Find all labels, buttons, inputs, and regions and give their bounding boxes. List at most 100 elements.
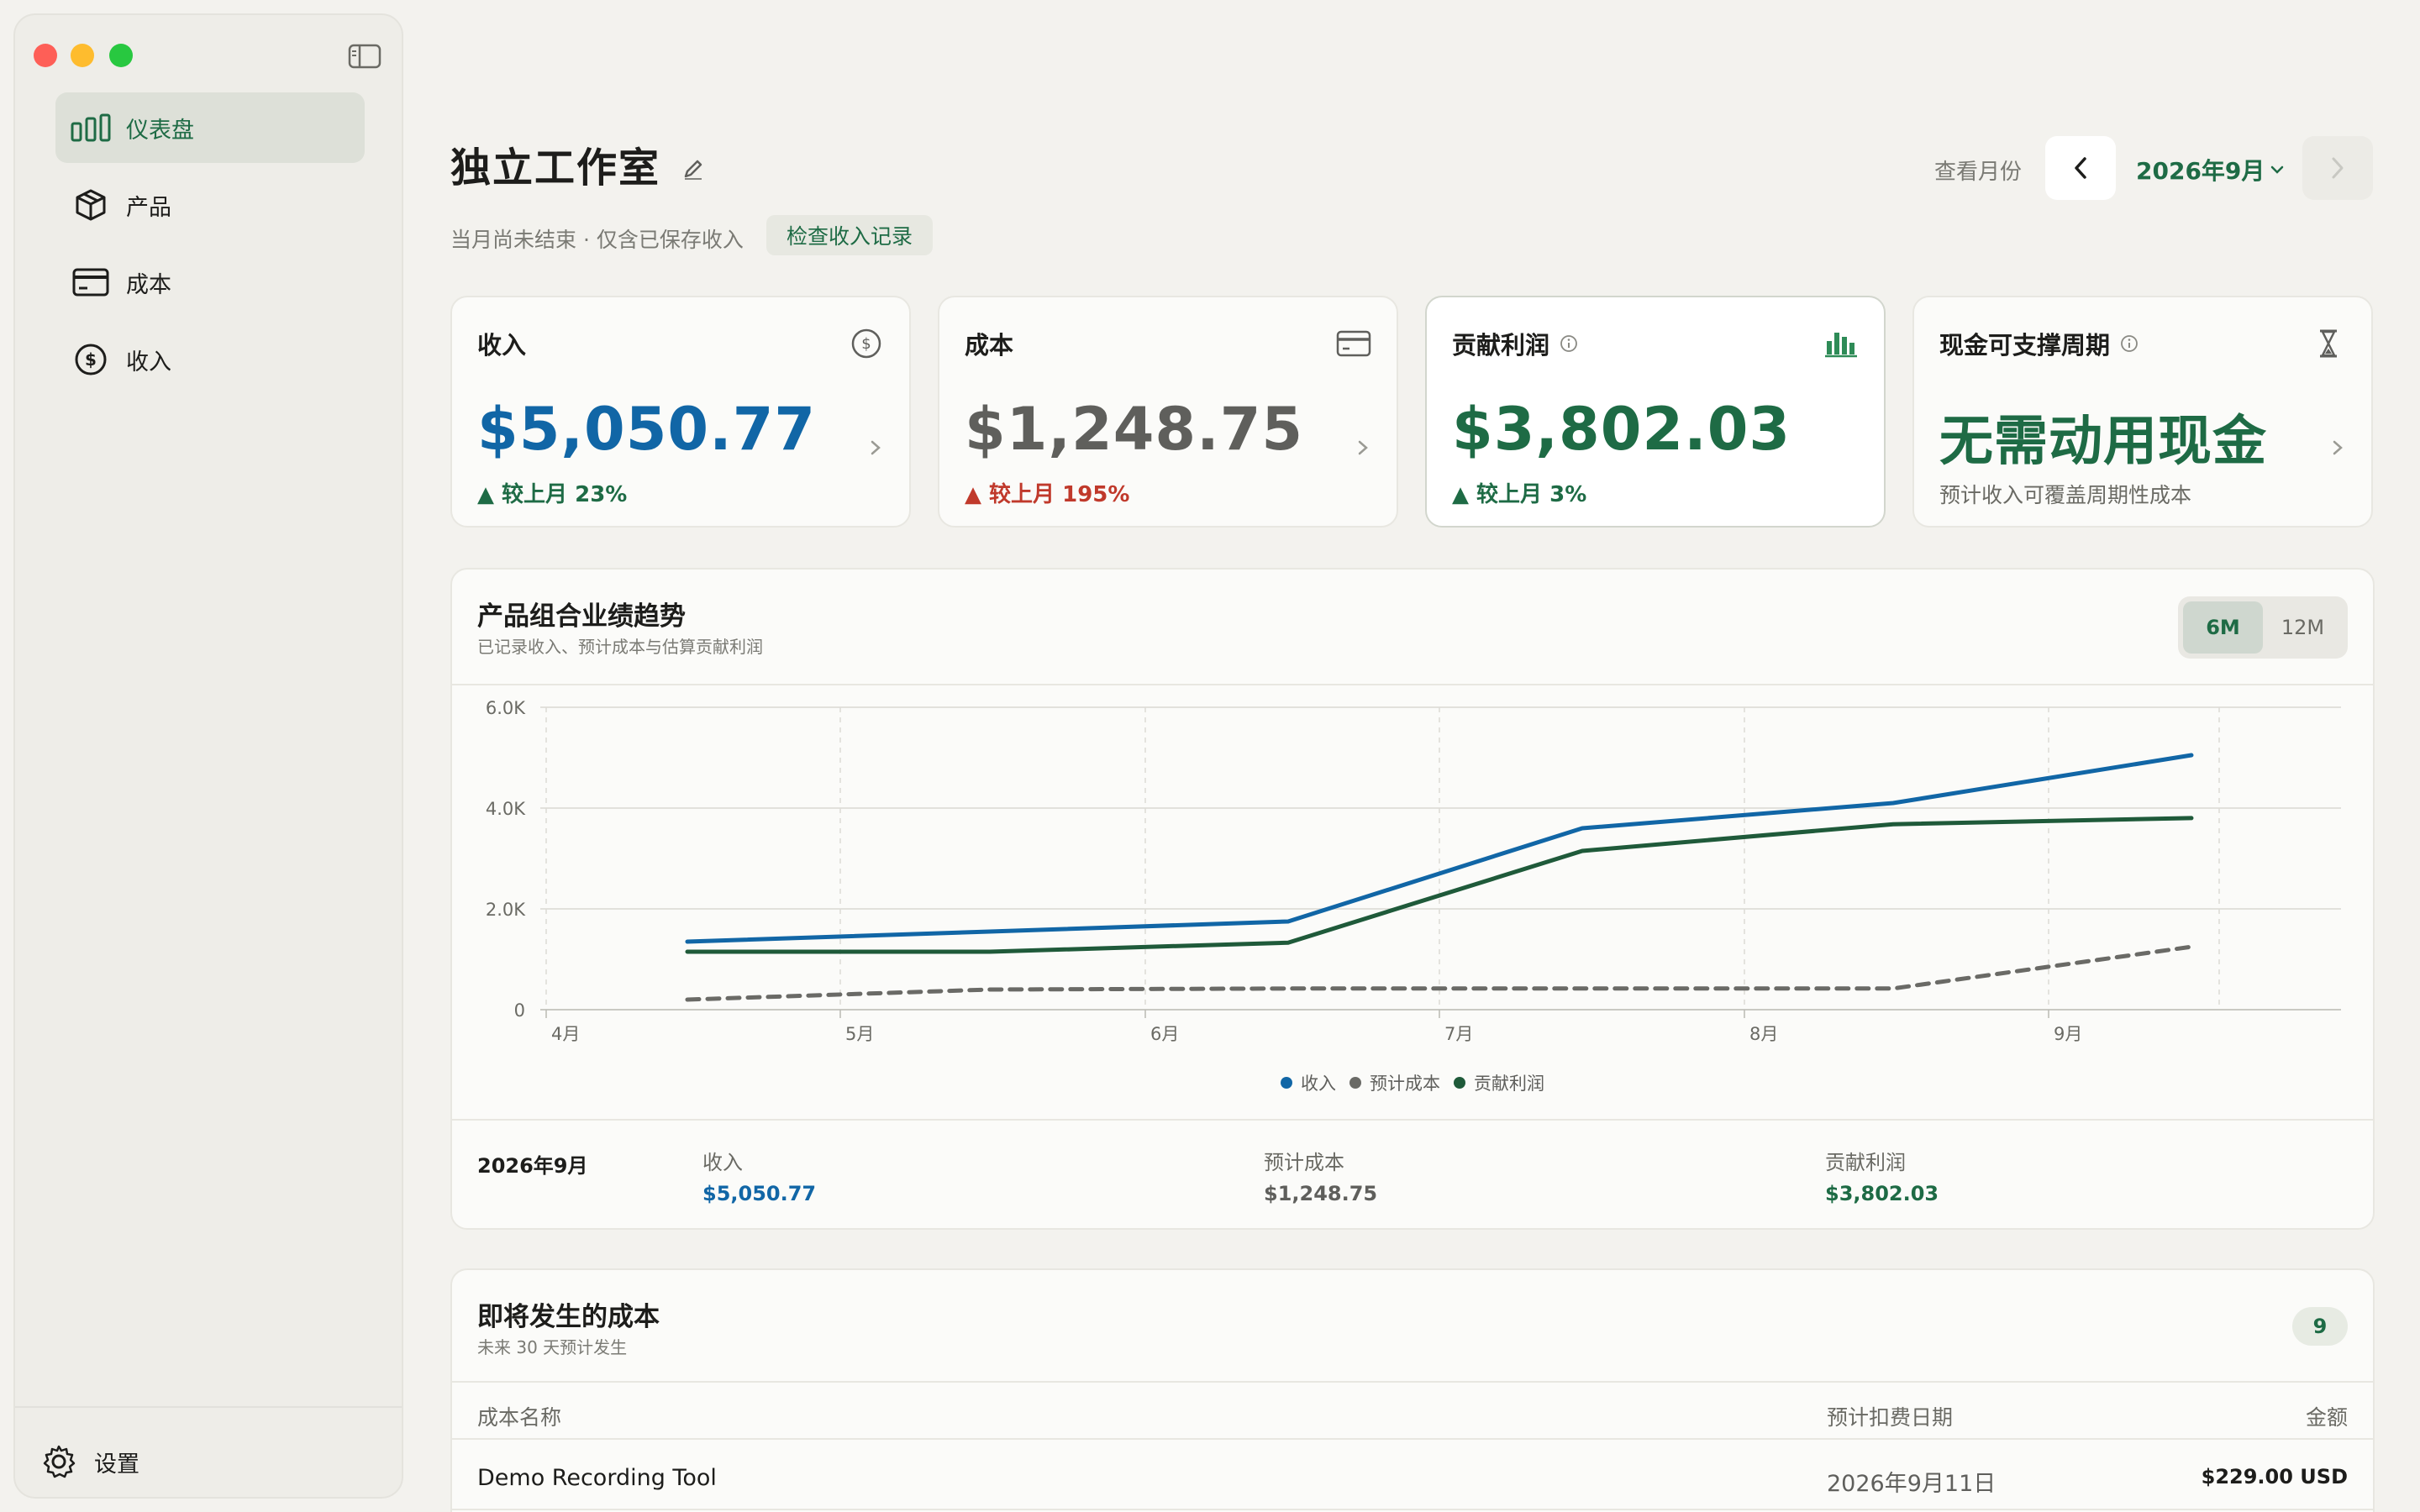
summary-value: $1,248.75 (1264, 1182, 1378, 1205)
divider (452, 1119, 2373, 1121)
trend-panel: 产品组合业绩趋势 已记录收入、预计成本与估算贡献利润 6M 12M 0 2.0K 4… (450, 568, 2375, 1230)
legend-item: 预计成本 (1349, 1070, 1440, 1095)
legend-dot (1349, 1077, 1361, 1089)
sidebar-item-label: 成本 (126, 271, 171, 298)
range-6m-button[interactable]: 6M (2183, 601, 2263, 654)
summary-month: 2026年9月 (477, 1154, 588, 1178)
upcoming-costs-panel: 即将发生的成本 未来 30 天预计发生 9 成本名称 预计扣费日期 金额 Dem… (450, 1268, 2375, 1512)
hourglass-icon (2311, 326, 2346, 361)
info-icon[interactable] (2120, 334, 2139, 353)
legend-label: 收入 (1301, 1074, 1336, 1094)
chevron-right-icon (2333, 440, 2343, 455)
sidebar: 仪表盘 产品 成本 $ 收入 设置 (13, 13, 403, 1499)
cost-delta: ▲ 较上月 195% (965, 482, 1130, 507)
summary-profit: 贡献利润 $3,802.03 (1825, 1146, 1939, 1205)
sidebar-item-revenue[interactable]: $ 收入 (55, 324, 365, 395)
card-title: 收入 (477, 331, 527, 360)
card-title: 贡献利润 (1452, 326, 1578, 361)
legend-label: 贡献利润 (1474, 1074, 1544, 1094)
cost-card[interactable]: 成本 $1,248.75 ▲ 较上月 195% (938, 296, 1398, 528)
summary-value: $3,802.03 (1825, 1182, 1939, 1205)
x-tick-label: 5月 (845, 1024, 874, 1044)
revenue-card[interactable]: 收入 $ $5,050.77 ▲ 较上月 23% (450, 296, 911, 528)
month-label: 查看月份 (1934, 160, 2023, 185)
legend-dot (1454, 1077, 1465, 1089)
divider (452, 1381, 2373, 1383)
runway-card[interactable]: 现金可支撑周期 无需动用现金 预计收入可覆盖周期性成本 (1912, 296, 2373, 528)
runway-value: 无需动用现金 (1939, 411, 2267, 473)
settings-button[interactable]: 设置 (40, 1443, 139, 1480)
chevron-down-icon (2271, 165, 2284, 174)
column-header-date: 预计扣费日期 (1827, 1405, 1954, 1430)
sidebar-item-dashboard[interactable]: 仪表盘 (55, 92, 365, 163)
sidebar-item-products[interactable]: 产品 (55, 170, 365, 240)
sidebar-toggle-icon[interactable] (348, 44, 381, 69)
range-segmented-control: 6M 12M (2178, 596, 2348, 659)
x-tick-label: 7月 (1444, 1024, 1473, 1044)
info-icon[interactable] (1560, 334, 1578, 353)
cube-icon (71, 188, 111, 222)
credit-card-icon (1336, 326, 1371, 361)
costs-subtitle: 未来 30 天预计发生 (477, 1337, 628, 1357)
trend-subtitle: 已记录收入、预计成本与估算贡献利润 (477, 637, 763, 657)
sidebar-item-label: 收入 (126, 349, 171, 375)
summary-label: 预计成本 (1264, 1151, 1344, 1174)
profit-card[interactable]: 贡献利润 $3,802.03 ▲ 较上月 3% (1425, 296, 1886, 528)
zoom-window-button[interactable] (109, 44, 133, 67)
sidebar-item-costs[interactable]: 成本 (55, 247, 365, 318)
summary-value: $5,050.77 (702, 1182, 817, 1205)
previous-month-button[interactable] (2045, 136, 2116, 200)
summary-label: 贡献利润 (1825, 1151, 1906, 1174)
card-title-text: 现金可支撑周期 (1939, 331, 2111, 360)
edit-pencil-icon[interactable] (681, 156, 706, 181)
divider (452, 684, 2373, 685)
chevron-right-icon (1358, 440, 1368, 455)
dollar-circle-icon: $ (71, 343, 111, 376)
summary-revenue: 收入 $5,050.77 (702, 1146, 816, 1205)
close-window-button[interactable] (34, 44, 57, 67)
legend-dot (1281, 1077, 1292, 1089)
count-badge: 9 (2292, 1307, 2348, 1346)
revenue-delta: ▲ 较上月 23% (477, 482, 628, 507)
month-selector[interactable]: 2026年9月 (2136, 153, 2285, 186)
divider (452, 1438, 2373, 1440)
legend-item: 收入 (1281, 1070, 1336, 1095)
costs-title: 即将发生的成本 (477, 1302, 660, 1332)
cost-amount: $229.00 USD (2201, 1465, 2348, 1488)
chevron-left-icon (2075, 157, 2086, 179)
check-revenue-button[interactable]: 检查收入记录 (766, 215, 934, 255)
trend-title: 产品组合业绩趋势 (477, 601, 686, 632)
sidebar-divider (15, 1406, 402, 1408)
card-title: 现金可支撑周期 (1939, 326, 2139, 361)
chart-legend: 收入 预计成本 贡献利润 (452, 1070, 2373, 1095)
dollar-circle-icon: $ (849, 326, 884, 361)
x-tick-label: 9月 (2054, 1024, 2082, 1044)
profit-value: $3,802.03 (1452, 395, 1791, 464)
card-title: 成本 (965, 331, 1014, 360)
x-tick-label: 4月 (551, 1024, 580, 1044)
summary-label: 收入 (702, 1151, 743, 1174)
legend-item: 贡献利润 (1454, 1070, 1544, 1095)
bar-chart-icon (1823, 326, 1859, 361)
bar-chart-icon (71, 111, 111, 144)
summary-cost: 预计成本 $1,248.75 (1264, 1146, 1377, 1205)
revenue-value: $5,050.77 (477, 395, 817, 464)
sidebar-item-label: 产品 (126, 194, 171, 221)
minimize-window-button[interactable] (71, 44, 94, 67)
svg-text:$: $ (85, 349, 97, 370)
range-12m-button[interactable]: 12M (2263, 601, 2343, 654)
cost-date: 2026年9月11日 (1827, 1471, 1996, 1497)
y-tick-label: 4.0K (486, 799, 526, 819)
chevron-right-icon (871, 440, 881, 455)
column-header-name: 成本名称 (477, 1405, 562, 1430)
x-tick-label: 8月 (1749, 1024, 1778, 1044)
selected-month: 2026年9月 (2136, 157, 2265, 185)
settings-label: 设置 (94, 1451, 139, 1478)
profit-delta: ▲ 较上月 3% (1452, 482, 1587, 507)
next-month-button[interactable] (2302, 136, 2373, 200)
svg-text:$: $ (861, 335, 871, 353)
gear-icon (40, 1443, 77, 1480)
column-header-amount: 金额 (2305, 1405, 2348, 1430)
cost-name: Demo Recording Tool (477, 1465, 717, 1491)
cost-value: $1,248.75 (965, 395, 1304, 464)
